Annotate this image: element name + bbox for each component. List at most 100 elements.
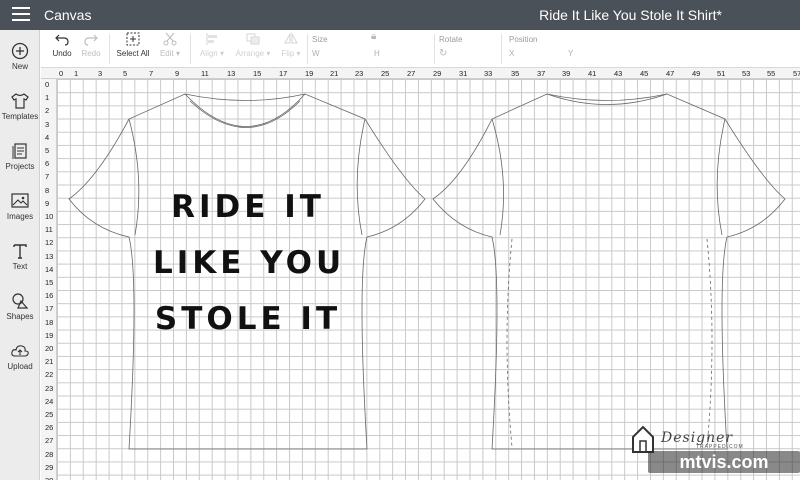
- ruler-tick-label: 23: [355, 69, 364, 78]
- redo-icon: [84, 34, 98, 46]
- ruler-tick-label: 3: [45, 119, 50, 129]
- ruler-tick-label: 21: [330, 69, 339, 78]
- ruler-tick-label: 47: [666, 69, 675, 78]
- ruler-tick-label: 9: [175, 69, 180, 78]
- sidebar-item-new[interactable]: New: [0, 42, 40, 88]
- ruler-tick-label: 27: [407, 69, 416, 78]
- hamburger-menu-icon[interactable]: [12, 7, 30, 23]
- flip-button[interactable]: Flip ▾: [277, 32, 305, 58]
- ruler-tick-label: 25: [45, 410, 54, 419]
- design-text-line[interactable]: RIDE IT: [153, 189, 343, 225]
- sidebar-item-label: New: [11, 62, 28, 71]
- ruler-tick-label: 17: [45, 304, 54, 314]
- ruler-tick-label: 1: [74, 69, 79, 78]
- ruler-tick-label: 49: [692, 69, 701, 78]
- position-x-field[interactable]: X: [509, 49, 514, 58]
- select-all-label: Select All: [116, 49, 150, 58]
- ruler-tick-label: 5: [123, 69, 128, 78]
- ruler-tick-label: 8: [45, 185, 50, 195]
- ruler-tick-label: 13: [45, 251, 54, 261]
- redo-label: Redo: [81, 49, 101, 58]
- watermark-domain: mtvis.com: [648, 451, 800, 473]
- undo-label: Undo: [52, 49, 72, 58]
- flip-icon: [284, 32, 298, 44]
- ruler-tick-label: 2: [45, 106, 50, 116]
- toolbar-divider: [434, 34, 435, 64]
- scissors-icon: [163, 32, 177, 46]
- align-icon: [206, 33, 217, 45]
- design-canvas[interactable]: RIDE IT LIKE YOU STOLE IT: [57, 79, 800, 480]
- redo-button[interactable]: Redo: [77, 32, 105, 58]
- ruler-tick-label: 12: [45, 238, 54, 248]
- ruler-tick-label: 29: [45, 462, 54, 472]
- ruler-tick-label: 37: [537, 69, 546, 78]
- sidebar-item-text[interactable]: Text: [0, 242, 40, 288]
- align-label: Align: [199, 49, 218, 58]
- align-button[interactable]: Align ▾: [195, 32, 229, 58]
- select-all-icon: [126, 32, 140, 46]
- position-label: Position: [509, 35, 538, 44]
- ruler-tick-label: 31: [459, 69, 468, 78]
- tshirt-icon: [11, 93, 29, 109]
- ruler-tick-label: 19: [45, 330, 54, 340]
- sidebar-item-shapes[interactable]: Shapes: [0, 292, 40, 338]
- ruler-tick-label: 7: [45, 172, 50, 182]
- sidebar-item-projects[interactable]: Projects: [0, 142, 40, 188]
- select-all-button[interactable]: Select All: [113, 32, 153, 58]
- sidebar-item-upload[interactable]: Upload: [0, 342, 40, 388]
- ruler-tick-label: 29: [433, 69, 442, 78]
- sidebar-item-images[interactable]: Images: [0, 192, 40, 238]
- top-ruler: 0 1 3 5 7 9 11 13 15 17 19 21 23 25 27 29 31 33 35 37 39 41 43…: [41, 68, 800, 79]
- ruler-tick-label: 17: [279, 69, 288, 78]
- ruler-tick-label: 57: [793, 69, 800, 78]
- size-label: Size: [312, 35, 328, 44]
- ruler-tick-label: 41: [588, 69, 597, 78]
- ruler-tick-label: 9: [45, 198, 50, 208]
- edit-button[interactable]: Edit ▾: [155, 32, 185, 58]
- ruler-tick-label: 0: [59, 69, 64, 78]
- document-title[interactable]: Ride It Like You Stole It Shirt*: [539, 7, 722, 23]
- undo-button[interactable]: Undo: [49, 32, 75, 58]
- flip-label: Flip: [281, 49, 295, 58]
- ruler-tick-label: 55: [767, 69, 776, 78]
- tshirt-back: [432, 93, 786, 450]
- ruler-tick-label: 53: [742, 69, 751, 78]
- sidebar-item-label: Images: [6, 212, 34, 221]
- arrange-label: Arrange: [235, 49, 265, 58]
- sidebar-item-templates[interactable]: Templates: [0, 92, 40, 138]
- ruler-tick-label: 10: [45, 212, 54, 221]
- ruler-tick-label: 45: [640, 69, 649, 78]
- ruler-tick-label: 11: [45, 225, 53, 235]
- ruler-tick-label: 23: [45, 383, 54, 393]
- design-text-line[interactable]: STOLE IT: [153, 301, 343, 337]
- top-bar: Canvas Ride It Like You Stole It Shirt*: [0, 0, 800, 30]
- ruler-tick-label: 22: [45, 370, 54, 380]
- size-w-field[interactable]: W: [312, 49, 320, 58]
- toolbar: Undo Redo Select All Edit ▾ Align ▾ Arra…: [41, 30, 800, 68]
- ruler-tick-label: 3: [98, 69, 103, 78]
- design-text-line[interactable]: LIKE YOU: [153, 245, 343, 281]
- toolbar-divider: [109, 34, 110, 64]
- sidebar-item-label: Shapes: [6, 312, 34, 321]
- shapes-icon: [12, 293, 29, 309]
- app-title: Canvas: [44, 7, 92, 23]
- ruler-tick-label: 6: [45, 159, 50, 169]
- arrange-button[interactable]: Arrange ▾: [233, 32, 273, 58]
- sidebar-item-label: Templates: [1, 112, 39, 121]
- left-ruler: 0 1 2 3 4 5 6 7 8 9 10 11 12 13 14 15 16 17 18 19 20 21 22 23 24…: [41, 79, 57, 480]
- ruler-tick-label: 1: [45, 93, 50, 103]
- rotate-icon[interactable]: ↻: [439, 48, 447, 59]
- toolbar-divider: [501, 34, 502, 64]
- cloud-upload-icon: [11, 345, 29, 357]
- ruler-tick-label: 39: [562, 69, 571, 78]
- position-y-field[interactable]: Y: [568, 49, 573, 58]
- toolbar-divider: [307, 34, 308, 64]
- ruler-tick-label: 30: [45, 476, 53, 480]
- lock-icon[interactable]: 🔒︎: [371, 31, 376, 42]
- watermark: Designer TRAPPED.COM mtvis.com: [628, 422, 800, 480]
- ruler-tick-label: 15: [253, 69, 262, 78]
- toolbar-divider: [190, 34, 191, 64]
- ruler-tick-label: 26: [45, 423, 54, 433]
- size-h-field[interactable]: H: [374, 49, 380, 58]
- ruler-tick-label: 4: [45, 132, 50, 142]
